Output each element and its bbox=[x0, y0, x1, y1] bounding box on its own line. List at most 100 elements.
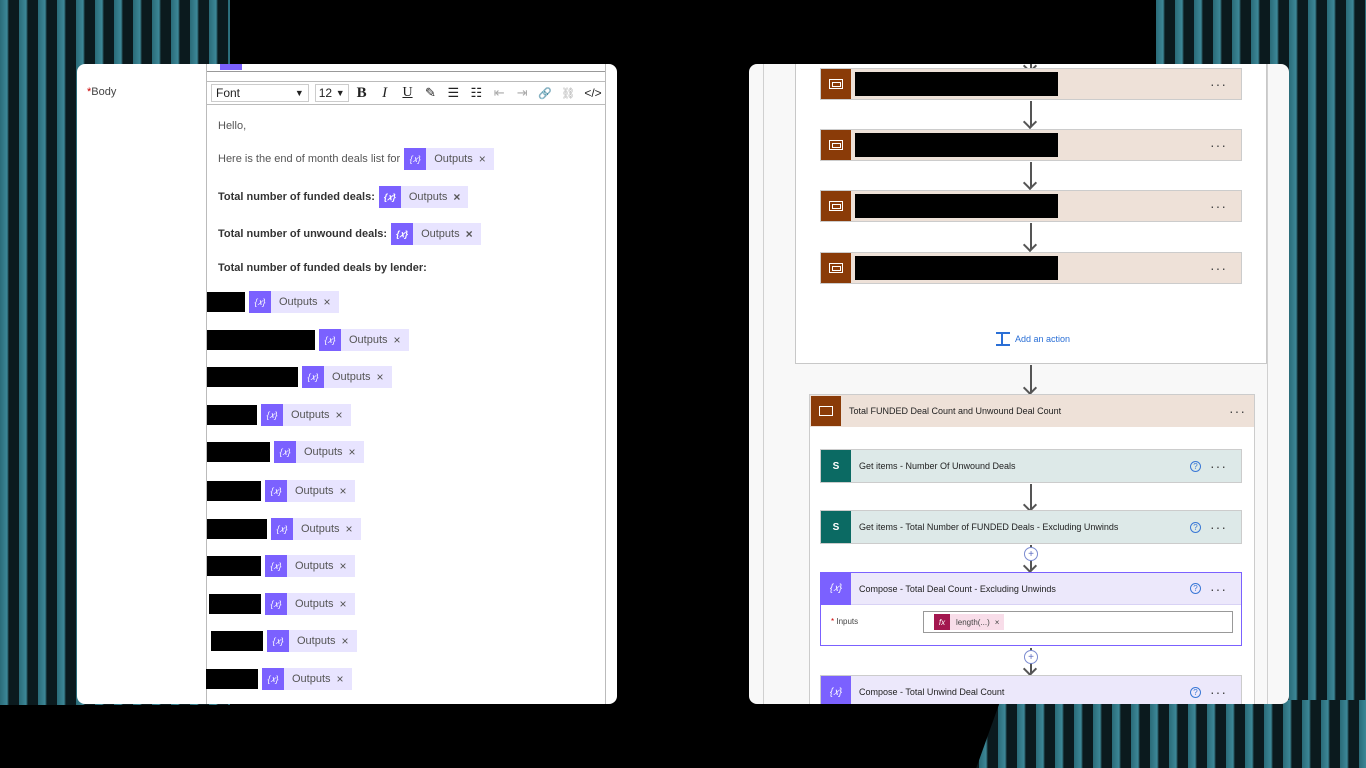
dynamic-token[interactable]: {𝑥} Outputs × bbox=[319, 329, 409, 351]
dynamic-token[interactable]: {𝑥} Outputs × bbox=[262, 668, 352, 690]
more-options-icon[interactable]: ··· bbox=[1210, 519, 1227, 535]
more-options-icon[interactable]: ··· bbox=[1210, 260, 1227, 276]
font-select[interactable]: Font ▼ bbox=[211, 84, 309, 102]
more-options-icon[interactable]: ··· bbox=[1210, 684, 1227, 700]
remove-token-icon[interactable]: × bbox=[346, 522, 353, 536]
redacted-action-card[interactable]: ··· bbox=[820, 129, 1242, 161]
font-size-value: 12 bbox=[318, 86, 333, 100]
compose-step-header[interactable]: {𝑥} Compose - Total Deal Count - Excludi… bbox=[821, 572, 1241, 605]
insert-step-button[interactable]: + bbox=[1024, 547, 1038, 561]
more-options-icon[interactable]: ··· bbox=[1229, 403, 1246, 419]
remove-token-icon[interactable]: × bbox=[342, 634, 349, 648]
remove-token-icon[interactable]: × bbox=[337, 672, 344, 686]
dynamic-token[interactable]: {𝑥} Outputs × bbox=[378, 186, 469, 208]
dynamic-token[interactable]: {𝑥} Outputs × bbox=[265, 593, 355, 615]
funded-text: Total number of funded deals: bbox=[218, 191, 375, 203]
dynamic-token[interactable]: {𝑥} Outputs × bbox=[261, 404, 351, 426]
indent-icon[interactable]: ⇥ bbox=[512, 83, 532, 103]
remove-token-icon[interactable]: × bbox=[340, 597, 347, 611]
more-options-icon[interactable]: ··· bbox=[1210, 76, 1227, 92]
dynamic-token[interactable]: {𝑥} Outputs × bbox=[391, 223, 481, 245]
link-icon[interactable]: 🔗 bbox=[535, 83, 555, 103]
remove-token-icon[interactable]: × bbox=[340, 484, 347, 498]
more-options-icon[interactable]: ··· bbox=[1210, 137, 1227, 153]
token-label: Outputs bbox=[304, 446, 343, 458]
remove-token-icon[interactable]: × bbox=[349, 445, 356, 459]
list-item: {𝑥} Outputs × bbox=[206, 668, 352, 690]
dynamic-token[interactable]: {𝑥} Outputs × bbox=[271, 518, 361, 540]
remove-token-icon[interactable]: × bbox=[479, 152, 486, 166]
redacted-text bbox=[207, 556, 261, 576]
more-options-icon[interactable]: ··· bbox=[1210, 458, 1227, 474]
sharepoint-icon: S bbox=[821, 450, 851, 482]
more-options-icon[interactable]: ··· bbox=[1210, 581, 1227, 597]
inputs-field[interactable]: fx length(...) × bbox=[923, 611, 1233, 633]
get-items-unwound-step[interactable]: S Get items - Number Of Unwound Deals ? … bbox=[820, 449, 1242, 483]
chevron-down-icon: ▼ bbox=[294, 88, 304, 98]
compose-icon: {𝑥} bbox=[821, 676, 851, 704]
list-item: {𝑥} Outputs × bbox=[207, 480, 355, 502]
dynamic-token[interactable]: {𝑥} Outputs × bbox=[265, 480, 355, 502]
remove-token-icon[interactable]: × bbox=[466, 227, 473, 241]
inputs-label: * Inputs bbox=[831, 617, 858, 626]
remove-token-icon[interactable]: × bbox=[995, 618, 1000, 627]
email-body-panel: *Body Font ▼ 12 ▼ B I U ✎ ☰ ☷ ⇤ ⇥ 🔗 ⛓ </> … bbox=[77, 64, 617, 704]
outdent-icon[interactable]: ⇤ bbox=[489, 83, 509, 103]
token-label: Outputs bbox=[279, 296, 318, 308]
remove-token-icon[interactable]: × bbox=[340, 559, 347, 573]
redacted-action-card[interactable]: ··· bbox=[820, 252, 1242, 284]
dynamic-token[interactable]: {𝑥} Outputs × bbox=[302, 366, 392, 388]
remove-token-icon[interactable]: × bbox=[336, 408, 343, 422]
highlight-icon[interactable]: ✎ bbox=[420, 83, 440, 103]
list-item: {𝑥} Outputs × bbox=[207, 329, 409, 351]
help-icon[interactable]: ? bbox=[1190, 460, 1201, 472]
help-icon[interactable]: ? bbox=[1190, 521, 1201, 533]
more-options-icon[interactable]: ··· bbox=[1210, 198, 1227, 214]
font-size-select[interactable]: 12 ▼ bbox=[314, 84, 349, 102]
remove-token-icon[interactable]: × bbox=[324, 295, 331, 309]
underline-button[interactable]: U bbox=[398, 83, 418, 103]
get-items-funded-step[interactable]: S Get items - Total Number of FUNDED Dea… bbox=[820, 510, 1242, 544]
dynamic-token[interactable]: {𝑥} Outputs × bbox=[267, 630, 357, 652]
bullet-list-icon[interactable]: ☰ bbox=[443, 83, 463, 103]
token-label: Outputs bbox=[295, 598, 334, 610]
flow-designer-panel: ··· ··· ··· ··· Add an action Total FUND… bbox=[749, 64, 1289, 704]
dynamic-token[interactable]: {𝑥} Outputs × bbox=[274, 441, 364, 463]
scope-icon bbox=[821, 253, 851, 283]
by-lender-text: Total number of funded deals by lender: bbox=[218, 262, 427, 274]
dynamic-token[interactable]: {𝑥} Outputs × bbox=[404, 148, 494, 170]
add-action-button[interactable]: Add an action bbox=[996, 332, 1070, 346]
redacted-action-card[interactable]: ··· bbox=[820, 190, 1242, 222]
compose-unwind-count-step[interactable]: {𝑥} Compose - Total Unwind Deal Count ? … bbox=[820, 675, 1242, 704]
expression-label: length(...) bbox=[956, 617, 990, 627]
italic-button[interactable]: I bbox=[375, 83, 395, 103]
connector-arrow bbox=[1030, 101, 1032, 126]
redacted-text bbox=[211, 631, 263, 651]
remove-token-icon[interactable]: × bbox=[377, 370, 384, 384]
by-lender-line: Total number of funded deals by lender: bbox=[218, 262, 427, 274]
help-icon[interactable]: ? bbox=[1190, 583, 1201, 594]
unlink-icon[interactable]: ⛓ bbox=[558, 83, 578, 103]
token-label: Outputs bbox=[295, 485, 334, 497]
remove-token-icon[interactable]: × bbox=[453, 190, 460, 204]
dynamic-token[interactable]: {𝑥} Outputs × bbox=[249, 291, 339, 313]
variable-icon: {𝑥} bbox=[319, 329, 341, 351]
token-label: Outputs bbox=[297, 635, 336, 647]
remove-token-icon[interactable]: × bbox=[394, 333, 401, 347]
insert-step-button[interactable]: + bbox=[1024, 650, 1038, 664]
variable-icon: {𝑥} bbox=[265, 480, 287, 502]
connector-arrow bbox=[1030, 365, 1032, 392]
help-icon[interactable]: ? bbox=[1190, 686, 1201, 698]
step-title: Compose - Total Deal Count - Excluding U… bbox=[859, 583, 1056, 594]
code-view-icon[interactable]: </> bbox=[581, 83, 605, 103]
expression-token[interactable]: fx length(...) × bbox=[934, 614, 1005, 630]
step-title: Get items - Number Of Unwound Deals bbox=[859, 461, 1016, 471]
dynamic-token[interactable]: {𝑥} Outputs × bbox=[265, 555, 355, 577]
variable-icon: {𝑥} bbox=[404, 148, 427, 170]
redacted-text bbox=[207, 442, 270, 462]
numbered-list-icon[interactable]: ☷ bbox=[466, 83, 486, 103]
bold-button[interactable]: B bbox=[352, 83, 372, 103]
redacted-action-card[interactable]: ··· bbox=[820, 68, 1242, 100]
scope-header[interactable]: Total FUNDED Deal Count and Unwound Deal… bbox=[810, 395, 1254, 427]
funded-line: Total number of funded deals: {𝑥} Outputs… bbox=[218, 186, 469, 208]
